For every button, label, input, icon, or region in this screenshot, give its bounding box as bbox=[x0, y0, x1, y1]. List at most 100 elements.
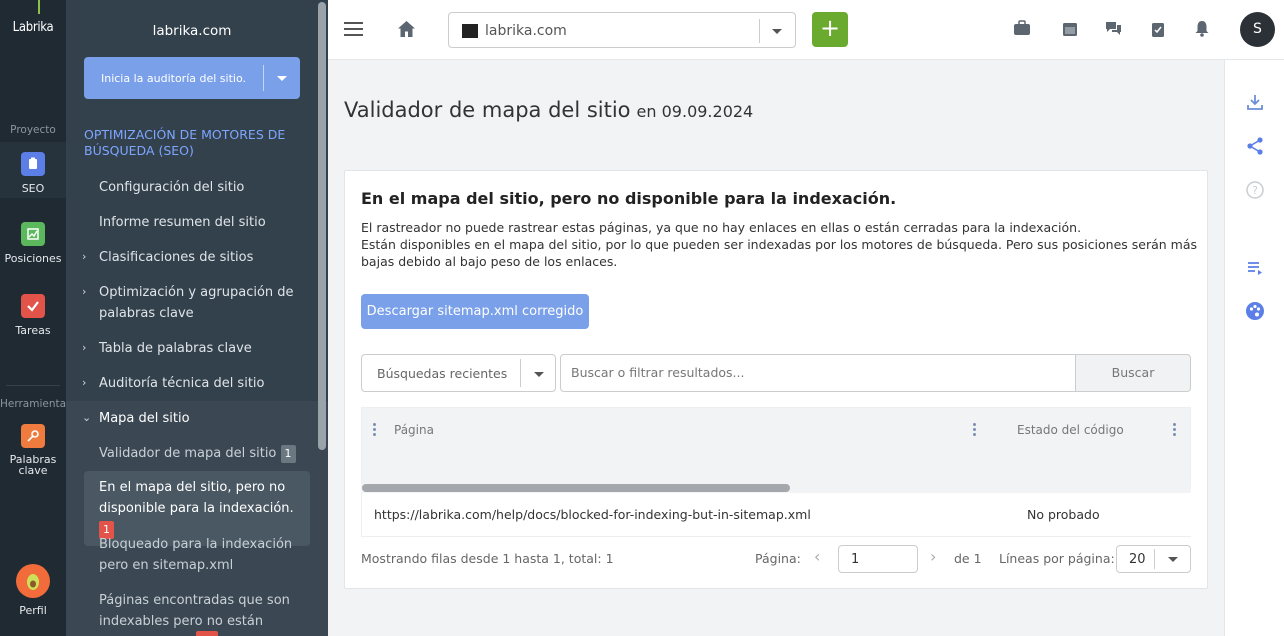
search-field[interactable] bbox=[560, 354, 1076, 392]
column-header-status[interactable]: Estado del código bbox=[1017, 423, 1124, 437]
sidebar-subitem-blocked-in-sitemap[interactable]: Bloqueado para la indexación pero en sit… bbox=[99, 534, 314, 576]
rail-item-label: Posiciones bbox=[4, 252, 62, 265]
page-label: Página: bbox=[755, 551, 801, 566]
top-bar: labrika.com + S bbox=[328, 0, 1284, 60]
check-icon bbox=[21, 294, 45, 318]
rail-item-positions[interactable]: Posiciones bbox=[0, 222, 66, 265]
sidebar-item-site-rankings[interactable]: Clasificaciones de sitios bbox=[99, 247, 299, 268]
select-divider bbox=[759, 19, 760, 43]
key-icon bbox=[21, 424, 45, 448]
start-audit-button[interactable]: Inicia la auditoría del sitio. bbox=[84, 57, 300, 99]
chevron-down-icon bbox=[534, 372, 544, 377]
report-card: En el mapa del sitio, pero no disponible… bbox=[344, 170, 1208, 589]
chevron-down-icon: ⌄ bbox=[82, 411, 92, 424]
rail-item-label: Tareas bbox=[15, 324, 51, 337]
lines-per-page-select[interactable]: 20 bbox=[1116, 545, 1191, 573]
chevron-right-icon: › bbox=[82, 285, 87, 298]
recent-searches-label: Búsquedas recientes bbox=[377, 366, 508, 381]
download-icon[interactable] bbox=[1245, 92, 1265, 112]
site-favicon-icon bbox=[462, 24, 478, 38]
app-logo[interactable]: Labrika bbox=[0, 20, 66, 35]
sidebar-item-site-config[interactable]: Configuración del sitio bbox=[99, 177, 299, 198]
page-total: de 1 bbox=[954, 551, 982, 566]
search-input[interactable] bbox=[571, 365, 1061, 380]
page-url-cell[interactable]: https://labrika.com/help/docs/blocked-fo… bbox=[374, 507, 811, 522]
count-badge bbox=[196, 631, 218, 636]
count-badge: 1 bbox=[280, 444, 296, 463]
sidebar-subitem-sitemap-validator[interactable]: Validador de mapa del sitio 1 bbox=[99, 443, 314, 464]
sidebar-subitem-label: En el mapa del sitio, pero no disponible… bbox=[99, 480, 294, 516]
svg-text:?: ? bbox=[1252, 184, 1258, 197]
sidebar-item-keyword-optimization[interactable]: Optimización y agrupación de palabras cl… bbox=[99, 282, 299, 324]
rail-item-label: Palabras clave bbox=[9, 453, 57, 477]
sidebar-subitem-label: Validador de mapa del sitio bbox=[99, 446, 277, 461]
chevron-right-icon: › bbox=[82, 341, 87, 354]
lines-per-page-value: 20 bbox=[1129, 552, 1146, 567]
chevron-down-icon bbox=[772, 29, 782, 34]
app-rail: Labrika Proyecto SEO Posiciones Tareas H… bbox=[0, 0, 72, 636]
select-divider bbox=[1154, 549, 1155, 569]
site-select-value: labrika.com bbox=[485, 23, 567, 39]
select-divider bbox=[520, 359, 521, 387]
site-select[interactable]: labrika.com bbox=[448, 12, 796, 48]
chart-icon bbox=[21, 222, 45, 246]
sidebar-subitem-indexable-not-listed[interactable]: Páginas encontradas que son indexables p… bbox=[99, 590, 314, 636]
sidebar-item-technical-audit[interactable]: Auditoría técnica del sitio bbox=[99, 373, 299, 394]
chevron-down-icon[interactable] bbox=[277, 76, 287, 81]
rail-item-label: SEO bbox=[21, 182, 45, 195]
download-sitemap-button[interactable]: Descargar sitemap.xml corregido bbox=[361, 294, 589, 329]
column-header-page[interactable]: Página bbox=[394, 423, 434, 437]
search-button[interactable]: Buscar bbox=[1075, 354, 1191, 392]
rail-item-label: Perfil bbox=[19, 604, 47, 617]
palette-icon[interactable] bbox=[1245, 301, 1265, 321]
rows-summary: Mostrando filas desde 1 hasta 1, total: … bbox=[361, 551, 614, 566]
rail-item-tasks[interactable]: Tareas bbox=[0, 294, 66, 337]
sidebar-group-title: OPTIMIZACIÓN DE MOTORES DE BÚSQUEDA (SEO… bbox=[84, 127, 286, 158]
sidebar-scrollbar[interactable] bbox=[318, 2, 326, 450]
lines-per-page-label: Líneas por página: bbox=[999, 551, 1115, 566]
description-line: El rastreador no puede rastrear estas pá… bbox=[361, 220, 1082, 235]
hamburger-menu-icon[interactable] bbox=[344, 22, 363, 36]
rail-item-profile[interactable]: Perfil bbox=[0, 564, 66, 617]
user-avatar[interactable]: S bbox=[1240, 12, 1275, 47]
sidebar-item-sitemap[interactable]: Mapa del sitio bbox=[99, 408, 299, 429]
description-line: Están disponibles en el mapa del sitio, … bbox=[361, 237, 1197, 269]
chat-icon[interactable] bbox=[1103, 20, 1123, 40]
chevron-down-icon bbox=[1168, 557, 1178, 562]
help-icon[interactable]: ? bbox=[1245, 180, 1265, 200]
page-title-text: Validador de mapa del sitio bbox=[344, 98, 631, 122]
report-date: en 09.09.2024 bbox=[636, 102, 754, 121]
home-icon[interactable] bbox=[397, 20, 416, 38]
start-audit-label: Inicia la auditoría del sitio. bbox=[100, 72, 246, 85]
briefcase-icon[interactable] bbox=[1012, 20, 1032, 40]
project-section-label: Proyecto bbox=[10, 124, 56, 136]
list-icon[interactable] bbox=[1245, 258, 1265, 278]
right-tool-rail: ? bbox=[1224, 60, 1284, 636]
sidebar-item-keyword-table[interactable]: Tabla de palabras clave bbox=[99, 338, 299, 359]
page-number-input[interactable]: 1 bbox=[838, 545, 918, 573]
rail-item-keywords[interactable]: Palabras clave bbox=[0, 424, 66, 476]
rail-item-seo[interactable]: SEO bbox=[0, 142, 66, 198]
calendar-icon[interactable] bbox=[1060, 20, 1080, 40]
sidebar-site-name: labrika.com bbox=[152, 23, 232, 39]
chevron-left-icon[interactable]: ‹ bbox=[814, 547, 820, 566]
share-icon[interactable] bbox=[1245, 136, 1265, 156]
recent-searches-select[interactable]: Búsquedas recientes bbox=[361, 354, 556, 392]
column-menu-icon[interactable] bbox=[373, 423, 377, 437]
table-header: Página Estado del código bbox=[361, 407, 1191, 493]
chevron-right-icon[interactable]: › bbox=[930, 547, 936, 566]
table-footer: Mostrando filas desde 1 hasta 1, total: … bbox=[361, 544, 1191, 574]
tools-section-label: Herramientas bbox=[0, 398, 72, 410]
add-button[interactable]: + bbox=[812, 12, 848, 47]
horizontal-scrollbar[interactable] bbox=[362, 484, 790, 492]
card-description: El rastreador no puede rastrear estas pá… bbox=[361, 219, 1201, 270]
clipboard-icon[interactable] bbox=[1148, 20, 1168, 40]
rail-divider bbox=[6, 385, 60, 386]
column-menu-icon[interactable] bbox=[973, 423, 977, 437]
clipboard-icon bbox=[21, 152, 45, 176]
column-menu-icon[interactable] bbox=[1173, 423, 1177, 437]
split-divider bbox=[263, 65, 264, 91]
bell-icon[interactable] bbox=[1192, 20, 1212, 40]
sidebar-item-summary-report[interactable]: Informe resumen del sitio bbox=[99, 212, 299, 233]
main-content: Validador de mapa del sitio en 09.09.2024… bbox=[328, 60, 1224, 636]
